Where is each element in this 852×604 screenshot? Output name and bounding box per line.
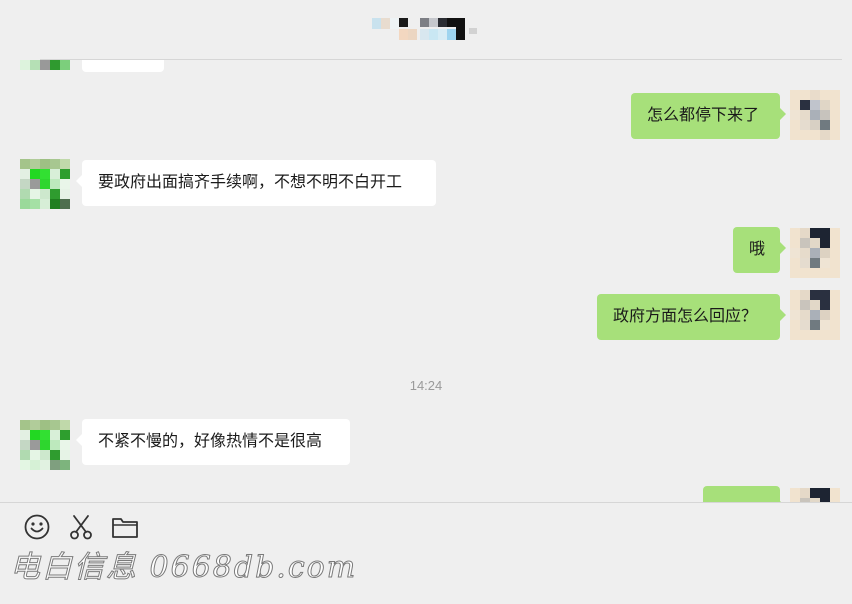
avatar — [20, 60, 70, 70]
emoji-icon[interactable] — [22, 512, 52, 542]
scissors-icon[interactable] — [66, 512, 96, 542]
message-bubble-sent[interactable]: 怎么都停下来了 — [631, 93, 786, 139]
folder-icon[interactable] — [110, 512, 140, 542]
contact-name-pixelated — [372, 18, 480, 40]
message-timestamp: 14:24 — [409, 378, 443, 393]
input-divider — [0, 502, 852, 503]
message-bubble-received[interactable]: 要政府出面搞齐手续啊，不想不明不白开工 — [76, 160, 436, 206]
watermark: 电白信息 0668db.com — [9, 550, 358, 586]
message-bubble-received[interactable]: 不紧不慢的，好像热情不是很高 — [76, 419, 350, 465]
avatar — [20, 420, 70, 470]
avatar — [790, 90, 840, 140]
avatar — [20, 159, 70, 209]
message-bubble-received[interactable] — [82, 60, 164, 72]
message-bubble-sent[interactable] — [703, 486, 786, 502]
chat-history[interactable]: 怎么都停下来了 要政府出面搞齐手续啊，不想不明不白开工 哦 政府方面怎么回应？ … — [0, 60, 852, 502]
avatar — [790, 228, 840, 278]
avatar — [790, 488, 840, 502]
avatar — [790, 290, 840, 340]
message-bubble-sent[interactable]: 政府方面怎么回应？ — [597, 294, 786, 340]
chat-title-bar — [0, 0, 852, 60]
message-bubble-sent[interactable]: 哦 — [733, 227, 786, 273]
input-toolbar — [22, 512, 140, 542]
